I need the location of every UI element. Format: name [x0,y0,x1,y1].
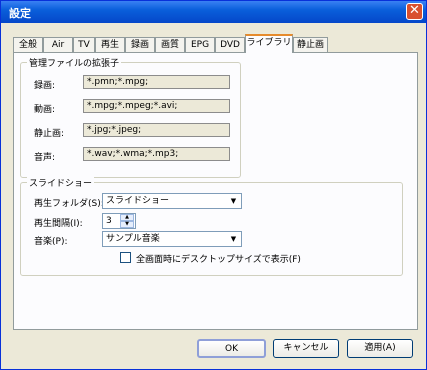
ok-button[interactable]: OK [197,339,266,358]
tab-still-image[interactable]: 静止画 [293,37,328,52]
still-image-ext-field: *.jpg;*.jpeg; [83,123,230,137]
tab-library[interactable]: ライブラリ [245,34,293,53]
tab-dvd[interactable]: DVD [215,37,245,52]
title-bar[interactable]: 設定 ✕ [1,1,426,23]
interval-value: 3 [106,216,112,226]
tab-air[interactable]: Air [43,37,73,52]
tab-panel-library: 管理ファイルの拡張子 録画: *.pmn;*.mpg; 動画: *.mpg;*.… [13,52,418,330]
chevron-down-icon[interactable]: ▼ [227,233,240,245]
extensions-group: 管理ファイルの拡張子 録画: *.pmn;*.mpg; 動画: *.mpg;*.… [20,56,241,178]
close-icon[interactable]: ✕ [406,3,423,20]
music-label: 音楽(P): [34,237,68,247]
spin-down-icon[interactable]: ▼ [120,221,134,228]
tab-epg[interactable]: EPG [185,37,215,52]
extensions-group-title: 管理ファイルの拡張子 [27,56,122,69]
interval-label: 再生間隔(I): [34,219,83,229]
music-value: サンプル音楽 [106,234,160,244]
video-ext-field: *.mpg;*.mpeg;*.avi; [83,99,230,113]
spin-up-icon[interactable]: ▲ [120,214,134,221]
still-image-ext-label: 静止画: [34,129,65,139]
slideshow-group: スライドショー 再生フォルダ(S): スライドショー ▼ 再生間隔(I): 3 … [20,176,403,276]
settings-window: 設定 ✕ 全般 Air TV 再生 録画 画質 EPG DVD ライブラリ 静止… [0,0,427,370]
slideshow-folder-dropdown[interactable]: スライドショー ▼ [102,193,242,209]
fullscreen-checkbox-label[interactable]: 全画面時にデスクトップサイズで表示(F) [136,252,301,265]
slideshow-folder-value: スライドショー [106,196,170,206]
chevron-down-icon[interactable]: ▼ [227,195,240,207]
tab-general[interactable]: 全般 [13,37,43,52]
video-ext-label: 動画: [34,105,56,115]
recording-ext-field: *.pmn;*.mpg; [83,75,230,89]
recording-ext-label: 録画: [34,81,56,91]
tab-playback[interactable]: 再生 [95,37,125,52]
tab-recording[interactable]: 録画 [125,37,155,52]
cancel-button[interactable]: キャンセル [273,339,339,358]
interval-stepper[interactable]: 3 ▲ ▼ [102,213,136,229]
music-dropdown[interactable]: サンプル音楽 ▼ [102,231,242,247]
window-title: 設定 [9,7,31,20]
apply-button[interactable]: 適用(A) [347,339,413,358]
audio-ext-field: *.wav;*.wma;*.mp3; [83,147,230,161]
slideshow-folder-label: 再生フォルダ(S): [34,199,104,209]
audio-ext-label: 音声: [34,153,56,163]
tab-quality[interactable]: 画質 [155,37,185,52]
slideshow-group-title: スライドショー [27,176,95,189]
fullscreen-checkbox[interactable] [120,252,131,263]
tab-tv[interactable]: TV [73,37,95,52]
